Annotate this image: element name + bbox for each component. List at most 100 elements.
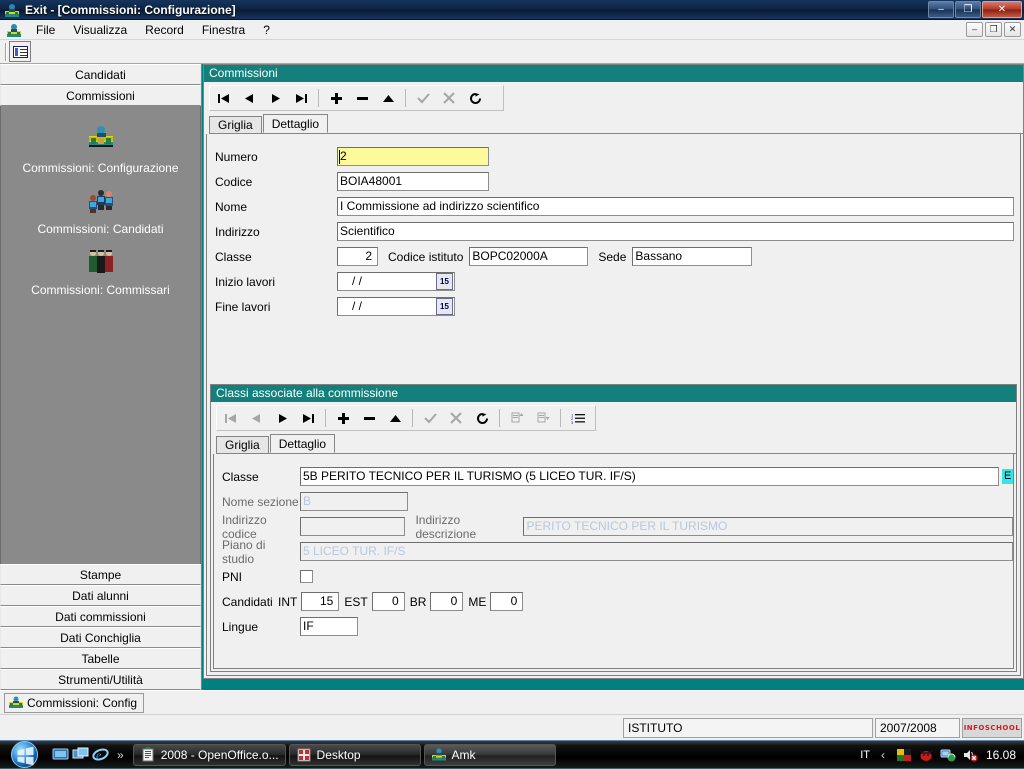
shortcut-commissioni-configurazione[interactable]: Commissioni: Configurazione <box>1 124 200 175</box>
field-row-inizio-lavori: Inizio lavori / / 15 <box>207 269 1020 294</box>
move-down-button[interactable] <box>530 407 556 429</box>
classe-label: Classe <box>222 469 259 484</box>
tray-expand-chevron[interactable]: ‹ <box>876 748 890 762</box>
sidebar-item-dati-commissioni[interactable]: Dati commissioni <box>0 606 201 627</box>
classe-input[interactable]: 2 <box>337 247 378 266</box>
sidebar-item-tabelle[interactable]: Tabelle <box>0 648 201 669</box>
taskbar-button-desktop[interactable]: Desktop <box>288 743 421 766</box>
mdi-client-area: Commissioni Griglia Dettaglio Numero 2 C… <box>202 64 1024 690</box>
close-button[interactable]: ✕ <box>982 1 1022 18</box>
window-title: Exit - [Commissioni: Configurazione] <box>25 2 236 17</box>
last-record-button[interactable] <box>288 87 314 109</box>
title-bar: Exit - [Commissioni: Configurazione] – ❐… <box>0 0 1024 20</box>
pni-checkbox[interactable] <box>300 570 313 583</box>
order-list-button[interactable]: 1 2 3 <box>565 407 591 429</box>
last-record-button[interactable] <box>295 407 321 429</box>
taskbar-button-amk[interactable]: Amk <box>423 743 556 766</box>
edit-record-button[interactable] <box>375 87 401 109</box>
sidebar-item-dati-conchiglia[interactable]: Dati Conchiglia <box>0 627 201 648</box>
classe-input[interactable]: 5B PERITO TECNICO PER IL TURISMO (5 LICE… <box>300 467 1000 486</box>
piano-di-studio-label: Piano di studio <box>222 537 266 566</box>
menu-help[interactable]: ? <box>254 21 279 39</box>
tray-language[interactable]: IT <box>860 749 870 761</box>
first-record-button[interactable] <box>217 407 243 429</box>
sede-input[interactable]: Bassano <box>632 247 753 266</box>
network-icon[interactable] <box>940 747 956 763</box>
system-tray: IT ‹ 16.08 <box>860 747 1024 763</box>
commissioni-detail-form: Numero 2 Codice BOIA48001 Nome I Commiss… <box>206 134 1021 676</box>
cancel-edit-button[interactable] <box>436 87 462 109</box>
delete-record-button[interactable] <box>349 87 375 109</box>
numero-input[interactable]: 2 <box>337 147 489 166</box>
menu-visualizza[interactable]: Visualizza <box>64 21 136 39</box>
add-record-button[interactable] <box>330 407 356 429</box>
field-row-lingue: Lingue IF <box>214 614 1013 639</box>
menu-file[interactable]: File <box>27 21 64 39</box>
sede-label: Sede <box>598 249 627 264</box>
tab-dettaglio[interactable]: Dettaglio <box>269 434 336 453</box>
application-body: Candidati Commissioni Commissioni: Confi… <box>0 64 1024 690</box>
refresh-button[interactable] <box>469 407 495 429</box>
windows-taskbar: e » 2008 - OpenOffice.o... Desktop Amk I… <box>0 740 1024 768</box>
classi-associate-window: Classi associate alla commissione 1 2 3 … <box>210 384 1017 672</box>
mdi-close-button[interactable]: ✕ <box>1004 22 1021 37</box>
switch-windows-icon[interactable] <box>72 746 89 763</box>
internet-explorer-icon[interactable]: e <box>92 746 109 763</box>
start-button[interactable] <box>0 741 48 769</box>
show-desktop-icon[interactable] <box>52 746 69 763</box>
post-edit-button[interactable] <box>417 407 443 429</box>
tab-griglia[interactable]: Griglia <box>209 116 262 133</box>
maximize-button[interactable]: ❐ <box>955 1 981 18</box>
shortcut-commissioni-commissari[interactable]: Commissioni: Commissari <box>1 246 200 297</box>
nome-input[interactable]: I Commissione ad indirizzo scientifico <box>337 197 1014 216</box>
quick-launch-chevron[interactable]: » <box>112 748 129 762</box>
mdi-task-button-commissioni-config[interactable]: Commissioni: Config <box>4 692 145 713</box>
tab-dettaglio[interactable]: Dettaglio <box>262 114 329 133</box>
codice-input[interactable]: BOIA48001 <box>337 172 489 191</box>
volume-muted-icon[interactable] <box>962 747 978 763</box>
shortcut-label: Commissioni: Candidati <box>37 222 164 236</box>
mdi-minimize-button[interactable]: – <box>966 22 983 37</box>
classe-expand-button[interactable]: E <box>1002 469 1013 484</box>
list-view-button[interactable] <box>9 41 31 62</box>
lingue-input[interactable]: IF <box>300 617 358 636</box>
taskbar-button-label: 2008 - OpenOffice.o... <box>160 747 279 762</box>
next-record-button[interactable] <box>262 87 288 109</box>
taskbar-clock[interactable]: 16.08 <box>984 748 1016 762</box>
sidebar-item-commissioni[interactable]: Commissioni <box>0 85 201 106</box>
codice-istituto-input[interactable]: BOPC02000A <box>469 247 589 266</box>
sidebar-item-dati-alunni[interactable]: Dati alunni <box>0 585 201 606</box>
refresh-button[interactable] <box>462 87 488 109</box>
sidebar-item-stampe[interactable]: Stampe <box>0 564 201 585</box>
move-up-button[interactable] <box>504 407 530 429</box>
shortcut-commissioni-candidati[interactable]: Commissioni: Candidati <box>1 185 200 236</box>
edit-record-button[interactable] <box>382 407 408 429</box>
menu-finestra[interactable]: Finestra <box>193 21 254 39</box>
add-record-button[interactable] <box>323 87 349 109</box>
taskbar-button-openoffice[interactable]: 2008 - OpenOffice.o... <box>132 743 286 766</box>
sidebar-item-strumenti-utilita[interactable]: Strumenti/Utilità <box>0 669 201 690</box>
prev-record-button[interactable] <box>236 87 262 109</box>
first-record-button[interactable] <box>210 87 236 109</box>
language-bar-icon[interactable] <box>896 747 912 763</box>
prev-record-button[interactable] <box>243 407 269 429</box>
menu-record[interactable]: Record <box>136 21 193 39</box>
indirizzo-input[interactable]: Scientifico <box>337 222 1014 241</box>
quick-launch-bar: e » <box>48 746 133 763</box>
tab-griglia[interactable]: Griglia <box>216 436 269 453</box>
mdi-restore-button[interactable]: ❐ <box>985 22 1002 37</box>
sidebar-item-candidati[interactable]: Candidati <box>0 64 201 85</box>
br-input[interactable]: 0 <box>430 592 464 611</box>
me-input[interactable]: 0 <box>490 592 524 611</box>
calendar-icon[interactable]: 15 <box>436 298 453 315</box>
sidebar-shortcuts: Commissioni: Configurazione Commissioni:… <box>0 106 201 564</box>
int-input[interactable]: 15 <box>301 592 340 611</box>
calendar-icon[interactable]: 15 <box>436 273 453 290</box>
cancel-edit-button[interactable] <box>443 407 469 429</box>
est-input[interactable]: 0 <box>371 592 405 611</box>
post-edit-button[interactable] <box>410 87 436 109</box>
delete-record-button[interactable] <box>356 407 382 429</box>
next-record-button[interactable] <box>269 407 295 429</box>
minimize-button[interactable]: – <box>928 1 954 18</box>
antivirus-icon[interactable] <box>918 747 934 763</box>
